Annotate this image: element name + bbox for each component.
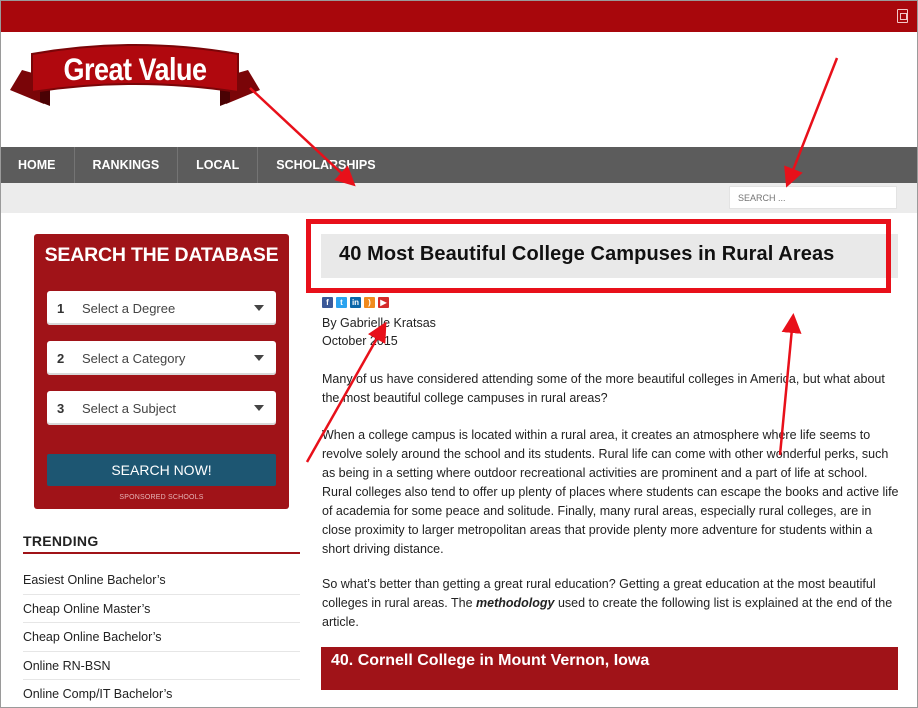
degree-select[interactable]: 1 Select a Degree (47, 291, 276, 325)
chevron-down-icon (254, 355, 264, 361)
article-date: October 2015 (322, 334, 398, 348)
youtube-icon[interactable]: ▶ (378, 297, 389, 308)
divider (23, 552, 300, 554)
nav-scholarships[interactable]: SCHOLARSHIPS (258, 147, 393, 183)
article-paragraph: Many of us have considered attending som… (322, 372, 885, 405)
trending-link[interactable]: Online Comp/IT Bachelor’s (23, 680, 300, 708)
database-title: SEARCH THE DATABASE (44, 244, 279, 266)
bookmark-icon[interactable] (897, 9, 908, 23)
select-label: Select a Category (82, 351, 186, 366)
database-search-widget: SEARCH THE DATABASE 1 Select a Degree 2 … (34, 234, 289, 509)
trending-heading: TRENDING (23, 533, 99, 549)
nav-home[interactable]: HOME (0, 147, 75, 183)
article-paragraph: When a college campus is located within … (322, 428, 899, 556)
trending-link[interactable]: Easiest Online Bachelor’s (23, 566, 300, 595)
trending-link[interactable]: Cheap Online Bachelor’s (23, 623, 300, 652)
trending-list: Easiest Online Bachelor’s Cheap Online M… (23, 566, 300, 708)
methodology-link[interactable]: methodology (476, 596, 554, 610)
step-number: 3 (57, 401, 65, 416)
subject-select[interactable]: 3 Select a Subject (47, 391, 276, 425)
rss-icon[interactable]: ) (364, 297, 375, 308)
chevron-down-icon (254, 305, 264, 311)
site-logo[interactable]: Great Value Colleges (10, 40, 260, 156)
main-nav: HOME RANKINGS LOCAL SCHOLARSHIPS (0, 147, 918, 183)
category-select[interactable]: 2 Select a Category (47, 341, 276, 375)
linkedin-icon[interactable]: in (350, 297, 361, 308)
facebook-icon[interactable]: f (322, 297, 333, 308)
step-number: 1 (57, 301, 65, 316)
college-title: 40. Cornell College in Mount Vernon, Iow… (331, 652, 650, 669)
logo-text: Great Value Colleges (63, 52, 207, 156)
chevron-down-icon (254, 405, 264, 411)
college-section-header: 40. Cornell College in Mount Vernon, Iow… (321, 647, 898, 690)
nav-local[interactable]: LOCAL (178, 147, 259, 183)
annotation-highlight-box (306, 219, 891, 293)
search-now-button[interactable]: SEARCH NOW! (47, 454, 276, 486)
nav-rankings[interactable]: RANKINGS (75, 147, 179, 183)
select-label: Select a Degree (82, 301, 176, 316)
search-input[interactable] (729, 186, 897, 209)
sponsored-schools-label: SPONSORED SCHOOLS (119, 494, 204, 501)
step-number: 2 (57, 351, 65, 366)
top-bar (0, 0, 918, 32)
trending-link[interactable]: Cheap Online Master’s (23, 595, 300, 623)
select-label: Select a Subject (82, 401, 176, 416)
article-paragraph: So what’s better than getting a great ru… (322, 575, 900, 632)
article-author: By Gabrielle Kratsas (322, 316, 436, 330)
twitter-icon[interactable]: t (336, 297, 347, 308)
trending-link[interactable]: Online RN-BSN (23, 652, 300, 680)
social-share-icons: f t in ) ▶ (322, 297, 389, 308)
